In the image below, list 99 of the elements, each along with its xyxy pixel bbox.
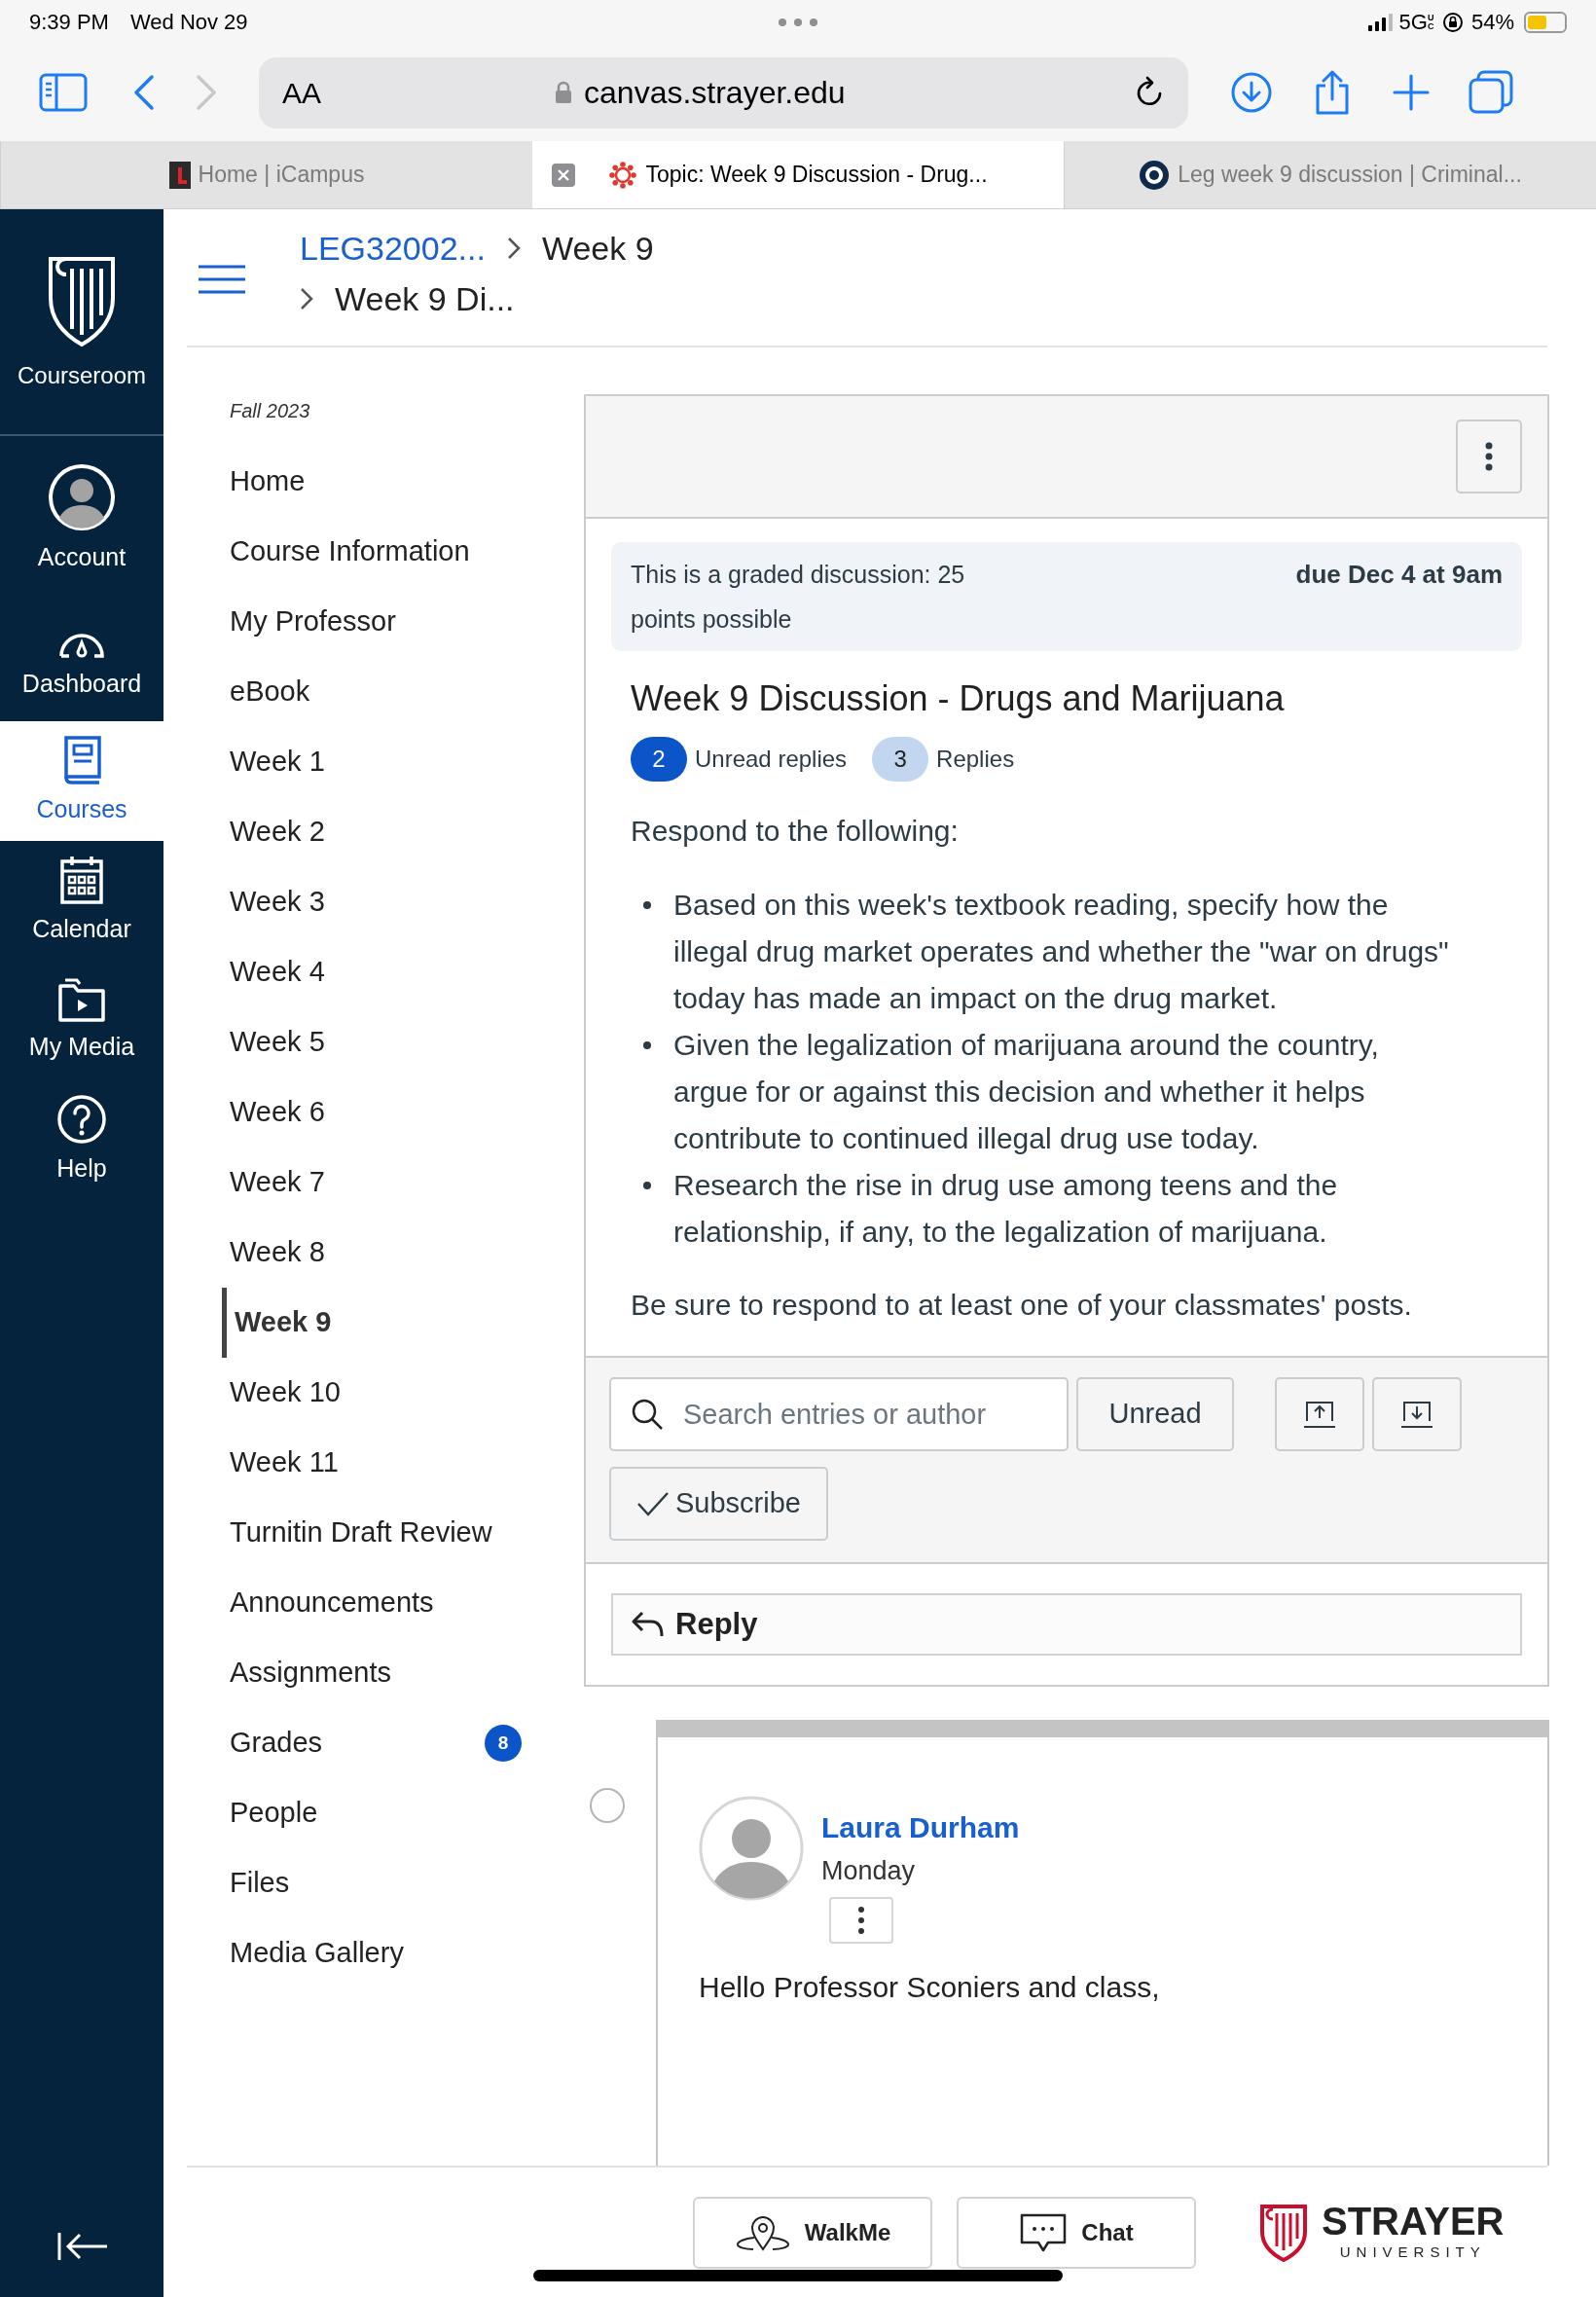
replies-label: Replies	[936, 745, 1015, 774]
rail-nav-item[interactable]: Courses	[0, 721, 163, 841]
url-text: canvas.strayer.edu	[584, 74, 846, 112]
back-icon[interactable]	[132, 73, 156, 112]
course-nav-link[interactable]: eBook	[222, 657, 584, 727]
shield-logo-icon	[1259, 2203, 1308, 2262]
course-nav-link[interactable]: Week 9	[222, 1288, 584, 1358]
course-nav-link[interactable]: Week 7	[222, 1148, 584, 1218]
course-nav-link[interactable]: Week 8	[222, 1218, 584, 1288]
walkme-button[interactable]: WalkMe	[693, 2196, 932, 2269]
status-time: 9:39 PM	[29, 9, 109, 36]
logo-name: STRAYER	[1322, 2201, 1505, 2242]
select-radio[interactable]	[590, 1788, 625, 1823]
chat-button[interactable]: Chat	[957, 2196, 1196, 2269]
address-bar[interactable]: AA canvas.strayer.edu	[259, 56, 1188, 128]
post-text: Hello Professor Sconiers and class,	[699, 1969, 1161, 2005]
prompt-closing: Be sure to respond to at least one of your classmates' posts.	[631, 1288, 1413, 1323]
prompt-bullet: Research the rise in drug use among teens and the relationship, if any, to the legalization of marijuana.	[673, 1168, 1339, 1250]
course-nav-link[interactable]: My Professor	[222, 587, 584, 657]
breadcrumb-item: Week 9	[541, 229, 654, 269]
collapse-icon[interactable]	[56, 2231, 109, 2262]
breadcrumb-link[interactable]: LEG32002...	[300, 225, 486, 272]
course-nav-link[interactable]: Files	[222, 1848, 584, 1918]
logo-subtitle: UNIVERSITY	[1339, 2242, 1486, 2263]
sidebar-icon[interactable]	[39, 73, 88, 112]
course-nav-link[interactable]: Assignments	[222, 1638, 584, 1708]
author-link[interactable]: Laura Durham	[821, 1805, 1020, 1849]
course-nav-link[interactable]: Week 4	[222, 937, 584, 1007]
menu-icon[interactable]	[199, 265, 245, 294]
course-nav-link[interactable]: Week 3	[222, 867, 584, 937]
graded-note: This is a graded discussion: 25 points possible	[631, 560, 966, 635]
options-button[interactable]	[829, 1896, 893, 1944]
tray-down-icon	[1400, 1400, 1433, 1429]
new-tab-icon[interactable]	[1393, 74, 1430, 111]
square-logo-icon	[168, 161, 191, 189]
course-nav-link[interactable]: Media Gallery	[222, 1918, 584, 1988]
expand-button[interactable]	[1275, 1377, 1364, 1451]
collapse-button[interactable]	[1372, 1377, 1462, 1451]
kebab-icon	[857, 1905, 865, 1935]
due-date: due Dec 4 at 9am	[1295, 559, 1503, 591]
status-date: Wed Nov 29	[129, 9, 248, 36]
rail-nav-item[interactable]: Account	[0, 436, 163, 602]
course-nav-link[interactable]: Week 11	[222, 1428, 584, 1498]
lock-icon	[555, 81, 573, 104]
ring-logo-icon	[1139, 159, 1171, 191]
kebab-icon	[1485, 442, 1493, 471]
battery-icon	[1524, 11, 1567, 33]
calendar-icon	[59, 854, 104, 905]
bullet-icon	[643, 1041, 651, 1049]
breadcrumb-item: Week 9 Di...	[335, 279, 515, 319]
prompt-bullet: Given the legalization of marijuana around the country, argue for or against this decision and whether it helps contribute to continued illegal drug use today.	[673, 1028, 1380, 1156]
more-dots-icon[interactable]	[777, 18, 819, 27]
battery-percent: 54%	[1470, 9, 1514, 36]
chevron-icon	[300, 287, 313, 310]
brand-label: Courseroom	[17, 360, 146, 390]
course-nav-link[interactable]: Week 10	[222, 1358, 584, 1428]
post-time: Monday	[821, 1855, 916, 1887]
close-icon[interactable]	[552, 164, 575, 187]
unread-filter-button[interactable]: Unread	[1076, 1377, 1234, 1451]
bullet-icon	[643, 1182, 651, 1189]
text-size-button[interactable]: AA	[282, 70, 322, 115]
signal-icon	[1367, 13, 1394, 31]
chat-bubble-icon	[1019, 2211, 1069, 2253]
prompt-intro: Respond to the following:	[631, 814, 960, 849]
bullet-icon	[643, 901, 651, 909]
unread-label: Unread replies	[695, 745, 848, 774]
avatar-icon	[699, 1796, 804, 1901]
course-nav-link[interactable]: Home	[222, 447, 584, 517]
course-nav-link[interactable]: Course Information	[222, 517, 584, 587]
help-icon	[56, 1093, 107, 1145]
reply-button[interactable]: Reply	[611, 1593, 1522, 1656]
course-nav-link[interactable]: Week 1	[222, 727, 584, 797]
term-label: Fall 2023	[229, 399, 311, 423]
rail-nav-item[interactable]: Dashboard	[0, 602, 163, 721]
course-nav-link[interactable]: Week 5	[222, 1007, 584, 1077]
tray-up-icon	[1303, 1400, 1336, 1429]
discussion-title: Week 9 Discussion - Drugs and Marijuana	[631, 677, 1286, 720]
download-icon[interactable]	[1231, 72, 1272, 113]
search-field[interactable]: Search entries or author	[609, 1377, 1069, 1451]
wheel-logo-icon	[608, 160, 638, 190]
course-nav-link[interactable]: Announcements	[222, 1568, 584, 1638]
rail-nav-item[interactable]: My Media	[0, 961, 163, 1080]
course-nav-link[interactable]: Turnitin Draft Review	[222, 1498, 584, 1568]
rotation-lock-icon	[1441, 11, 1464, 33]
course-nav-link[interactable]: Grades 8	[222, 1708, 584, 1778]
course-nav-link[interactable]: People	[222, 1778, 584, 1848]
course-nav-link[interactable]: Week 2	[222, 797, 584, 867]
rail-nav-item[interactable]: Help	[0, 1080, 163, 1200]
chevron-icon	[506, 237, 521, 260]
reply-count-badge: 3	[872, 737, 929, 782]
count-badge: 8	[485, 1725, 522, 1762]
unread-count-badge: 2	[631, 737, 687, 782]
search-icon	[631, 1398, 664, 1431]
prompt-bullet: Based on this week's textbook reading, specify how the illegal drug market operates and whether the "war on drugs" today has made an impact on the drug market.	[673, 888, 1450, 1016]
course-nav-link[interactable]: Week 6	[222, 1077, 584, 1148]
rail-nav-item[interactable]: Calendar	[0, 841, 163, 961]
subscribe-button[interactable]: Subscribe	[609, 1467, 828, 1541]
tabs-overview-icon[interactable]	[1469, 70, 1513, 115]
browser-tab[interactable]: Topic: Week 9 Discussion - Drug...	[532, 141, 1064, 208]
